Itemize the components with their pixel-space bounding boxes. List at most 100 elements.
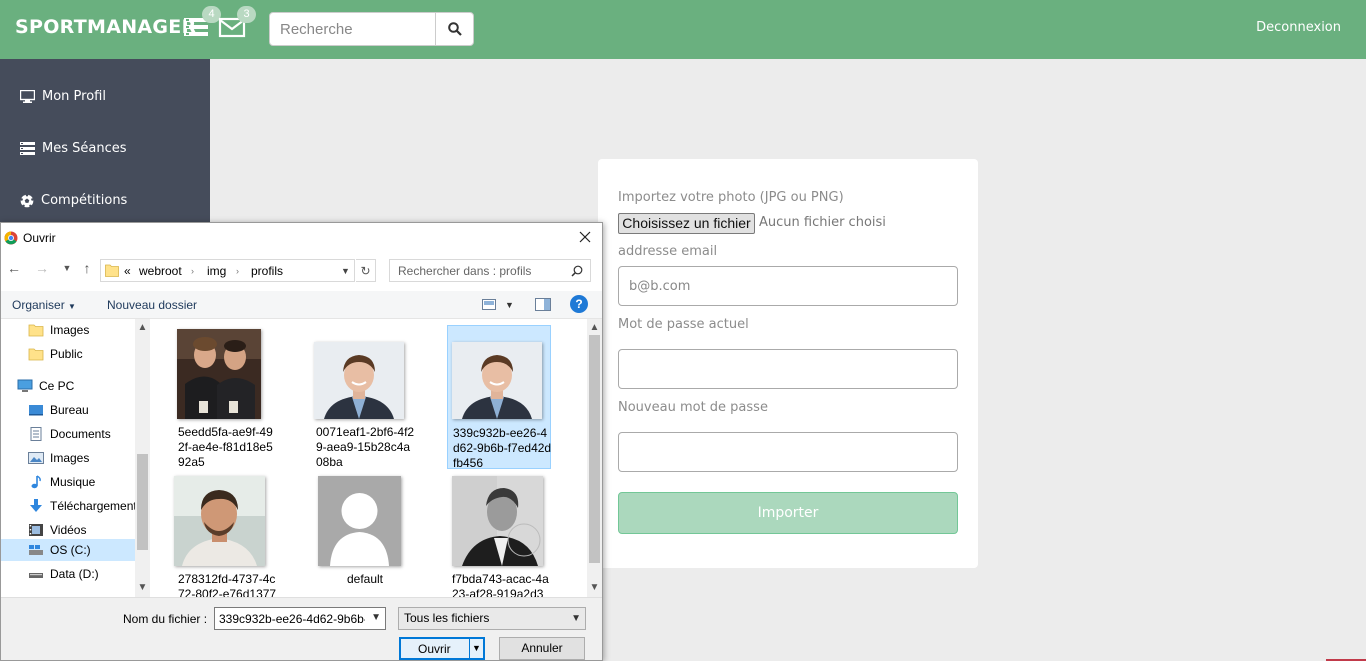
file-item[interactable]: f7bda743-acac-4a23-af28-919a2d3 [447,472,551,597]
file-grid-scrollbar[interactable]: ▲ ▼ [587,319,602,597]
tree-item-documents[interactable]: Documents [1,423,135,445]
photo-portrait-suit-thumbnail [314,342,404,419]
open-file-dialog: Ouvrir ← → ▼ ↑ « webroot › img › profils… [0,222,603,661]
new-password-field[interactable] [619,433,957,471]
sidebar-item-profile[interactable]: Mon Profil [20,89,106,104]
address-dropdown-icon[interactable]: ▼ [341,266,350,276]
back-button[interactable]: ← [5,259,23,277]
default-avatar-thumbnail [318,476,401,566]
new-folder-button[interactable]: Nouveau dossier [107,298,197,312]
breadcrumb-separator-icon: › [236,266,239,276]
tree-item-drive-c[interactable]: OS (C:) [1,539,135,561]
file-item[interactable]: default [313,472,417,597]
tasks-button[interactable]: 4 [183,6,221,42]
logout-link[interactable]: Deconnexion [1256,20,1341,35]
choose-file-button[interactable]: Choisissez un fichier [618,213,755,234]
scroll-down-icon[interactable]: ▼ [587,581,602,595]
tree-item-public[interactable]: Public [1,343,135,365]
scroll-up-icon[interactable]: ▲ [135,321,150,335]
address-bar[interactable]: « webroot › img › profils ▼ [100,259,355,282]
file-item[interactable]: 0071eaf1-2bf6-4f29-aea9-15b28c4a08ba [311,325,415,469]
file-status-text: Aucun fichier choisi [759,215,886,230]
tree-item-music[interactable]: Musique [1,471,135,493]
monitor-icon [20,90,35,103]
close-button[interactable] [574,226,596,248]
tree-scroll-thumb[interactable] [137,454,148,550]
breadcrumb-overflow[interactable]: « [124,264,131,278]
file-name: 339c932b-ee26-4d62-9b6b-f7ed42dfb456 [453,426,552,470]
file-name: 5eedd5fa-ae9f-492f-ae4e-f81d18e592a5 [178,425,273,469]
tree-item-images[interactable]: Images [1,319,135,341]
scroll-up-icon[interactable]: ▲ [587,321,602,335]
import-button[interactable]: Importer [618,492,958,534]
breadcrumb-profils[interactable]: profils [251,264,283,278]
open-options-dropdown-icon[interactable]: ▼ [469,639,483,658]
navigation-tree: Images Public Ce PC Bureau Documents Ima… [1,319,135,597]
breadcrumb-img[interactable]: img [207,264,226,278]
organize-menu[interactable]: Organiser ▼ [12,298,76,312]
view-dropdown-icon[interactable]: ▼ [505,300,514,310]
sidebar: Mon Profil Mes Séances Compétitions [0,59,210,229]
file-item[interactable]: 5eedd5fa-ae9f-492f-ae4e-f81d18e592a5 [173,325,277,469]
dialog-toolbar: Organiser ▼ Nouveau dossier ▼ ? [1,291,602,319]
cancel-button[interactable]: Annuler [499,637,585,660]
chevron-down-icon: ▼ [62,263,72,273]
breadcrumb-separator-icon: › [191,266,194,276]
dialog-search-input[interactable] [390,260,565,281]
current-password-field[interactable] [619,350,957,388]
photo-portrait-bw-thumbnail [452,476,543,566]
open-button[interactable]: Ouvrir ▼ [399,637,485,660]
help-icon[interactable]: ? [570,295,588,313]
file-type-select[interactable]: Tous les fichiers ▼ [398,607,586,630]
file-thumbnail [452,476,543,566]
file-name: f7bda743-acac-4a23-af28-919a2d3 [452,572,549,597]
tree-item-drive-d[interactable]: Data (D:) [1,563,135,585]
up-button[interactable]: ↑ [78,259,96,277]
scroll-down-icon[interactable]: ▼ [135,581,150,595]
folder-icon [105,264,119,277]
tree-scrollbar[interactable]: ▲ ▼ [135,319,150,597]
tree-item-pictures[interactable]: Images [1,447,135,469]
file-item[interactable]: 278312fd-4737-4c72-80f2-e76d1377 [173,472,277,597]
download-icon [30,499,42,512]
top-navbar: SPORTMANAGER 4 3 Deconnexion [0,0,1366,59]
music-icon [31,475,41,489]
mail-count-badge: 3 [237,6,256,23]
tree-item-label: Vidéos [50,523,87,537]
forward-arrow-icon: → [35,260,49,276]
drive-icon [29,573,43,578]
chevron-down-icon[interactable]: ▼ [371,612,381,623]
filename-input[interactable] [215,608,365,629]
brand-logo[interactable]: SPORTMANAGER [15,16,197,38]
file-name: 0071eaf1-2bf6-4f29-aea9-15b28c4a08ba [316,425,415,469]
photo-label: Importez votre photo (JPG ou PNG) [618,190,844,205]
sidebar-item-sessions[interactable]: Mes Séances [20,141,127,156]
email-field[interactable] [619,267,957,305]
header-search-button[interactable] [435,13,473,45]
file-thumbnail [174,476,265,566]
pictures-icon [28,452,44,464]
file-grid-scroll-thumb[interactable] [589,335,600,563]
tree-item-desktop[interactable]: Bureau [1,399,135,421]
preview-pane-icon[interactable] [535,298,551,311]
sidebar-item-competitions[interactable]: Compétitions [20,193,127,208]
file-item-selected[interactable]: 339c932b-ee26-4d62-9b6b-f7ed42dfb456 [447,325,552,470]
new-password-label: Nouveau mot de passe [618,400,768,415]
drive-icon [29,545,43,555]
refresh-button[interactable]: ↻ [356,259,376,282]
current-password-label: Mot de passe actuel [618,317,749,332]
video-icon [29,524,43,536]
sidebar-item-label: Mes Séances [42,141,127,156]
tree-item-downloads[interactable]: Téléchargements [1,495,135,517]
sidebar-item-label: Mon Profil [42,89,106,104]
mail-button[interactable]: 3 [218,6,256,42]
breadcrumb-webroot[interactable]: webroot [139,264,182,278]
view-options-icon[interactable] [482,299,498,311]
tree-item-videos[interactable]: Vidéos [1,519,135,541]
photo-portrait-suit-thumbnail [452,342,542,419]
forward-button[interactable]: → [33,259,51,277]
recent-locations-button[interactable]: ▼ [58,259,76,277]
tree-item-this-pc[interactable]: Ce PC [1,375,135,397]
photo-two-people-thumbnail [177,329,261,419]
header-search-input[interactable] [270,13,436,45]
